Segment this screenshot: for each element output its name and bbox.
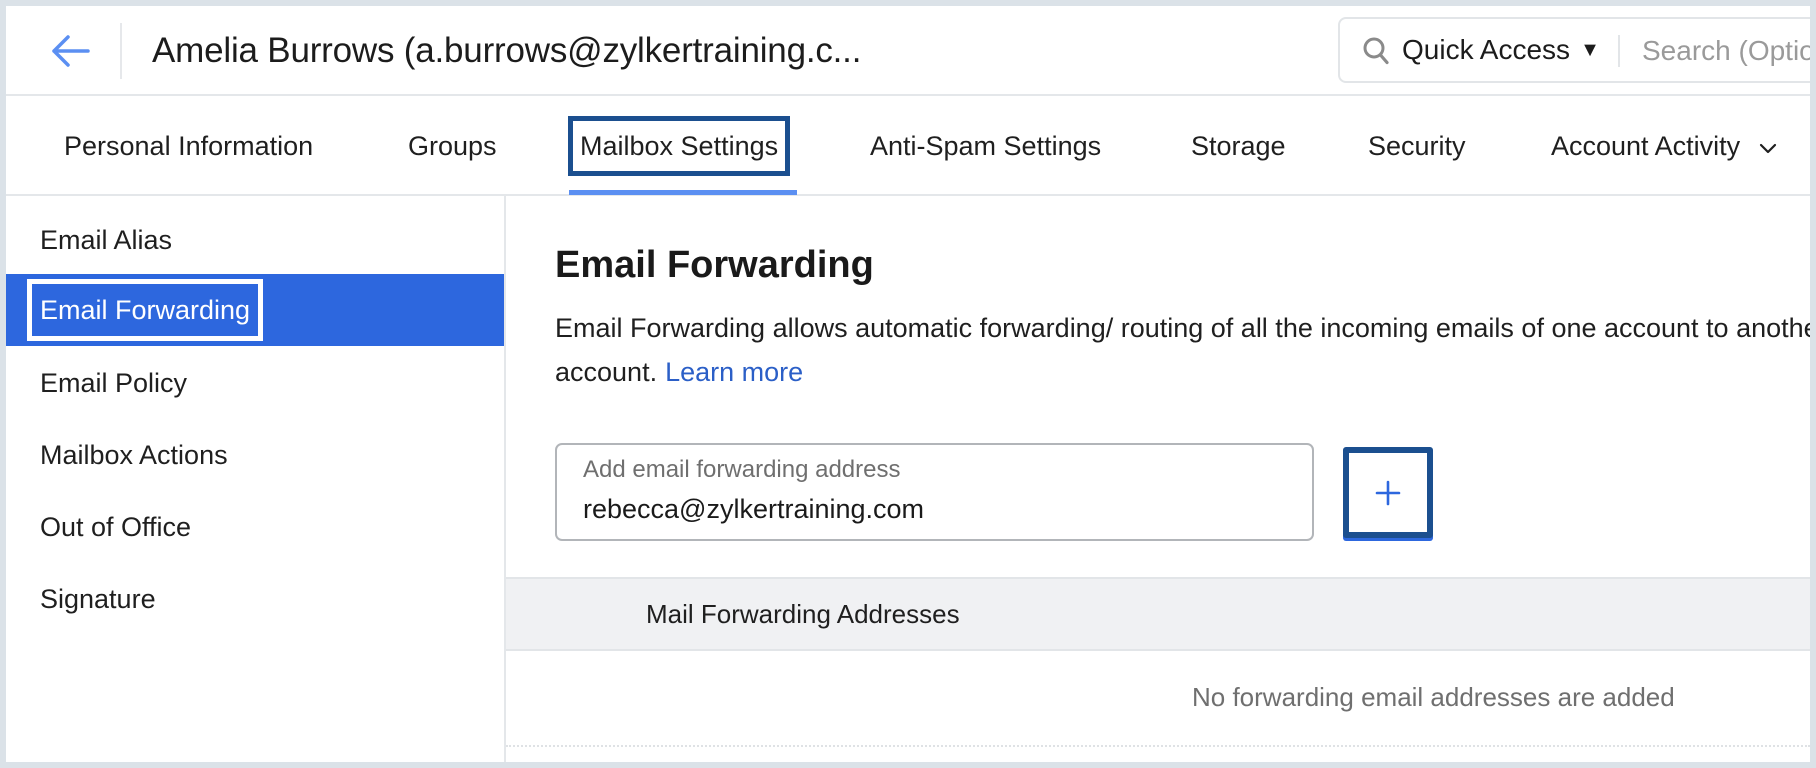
tab-security[interactable]: Security bbox=[1368, 128, 1466, 164]
quick-access-label: Quick Access bbox=[1402, 34, 1571, 65]
app-window: Amelia Burrows (a.burrows@zylkertraining… bbox=[6, 6, 1810, 762]
sidebar-item-label: Signature bbox=[40, 584, 156, 614]
empty-state-message: No forwarding email addresses are added bbox=[1192, 682, 1675, 712]
header-divider bbox=[120, 23, 122, 79]
tab-account-activity-label: Account Activity bbox=[1551, 131, 1741, 161]
caret-down-icon: ▼ bbox=[1580, 39, 1600, 61]
arrow-left-icon bbox=[52, 35, 90, 67]
forwarding-address-input[interactable] bbox=[583, 491, 1283, 527]
active-tab-indicator bbox=[569, 190, 797, 195]
main-content: Email Forwarding Email Forwarding allows… bbox=[506, 196, 1810, 762]
tab-personal-information[interactable]: Personal Information bbox=[64, 128, 313, 164]
search-input[interactable] bbox=[1640, 31, 1810, 71]
quick-access-dropdown[interactable]: Quick Access ▼ bbox=[1402, 32, 1600, 68]
sidebar-item-label: Email Forwarding bbox=[26, 279, 264, 341]
tab-bar: Personal Information Groups Mailbox Sett… bbox=[6, 96, 1810, 196]
table-header: Mail Forwarding Addresses bbox=[506, 577, 1810, 651]
table-divider bbox=[506, 745, 1810, 747]
tab-anti-spam-settings[interactable]: Anti-Spam Settings bbox=[870, 128, 1101, 164]
page-title: Amelia Burrows (a.burrows@zylkertraining… bbox=[152, 31, 862, 70]
sidebar-item-label: Email Alias bbox=[40, 225, 173, 255]
tab-storage[interactable]: Storage bbox=[1191, 128, 1286, 164]
section-description: Email Forwarding allows automatic forwar… bbox=[555, 306, 1810, 394]
search-bar: Quick Access ▼ bbox=[1338, 17, 1810, 83]
add-forwarding-address-button[interactable] bbox=[1343, 447, 1433, 538]
header: Amelia Burrows (a.burrows@zylkertraining… bbox=[6, 6, 1810, 96]
sidebar-item-out-of-office[interactable]: Out of Office bbox=[6, 491, 504, 563]
learn-more-link[interactable]: Learn more bbox=[665, 357, 803, 387]
sidebar-item-label: Email Policy bbox=[40, 368, 188, 398]
sidebar-item-label: Mailbox Actions bbox=[40, 440, 228, 470]
section-heading: Email Forwarding bbox=[555, 244, 874, 286]
search-divider bbox=[1618, 35, 1620, 67]
tab-mailbox-settings[interactable]: Mailbox Settings bbox=[567, 116, 791, 176]
sidebar: Email Alias Email Forwarding Email Polic… bbox=[6, 196, 506, 762]
sidebar-item-email-alias[interactable]: Email Alias bbox=[6, 204, 504, 276]
column-header-mail-forwarding-addresses: Mail Forwarding Addresses bbox=[646, 599, 960, 629]
tab-account-activity[interactable]: Account Activity bbox=[1551, 128, 1778, 164]
sidebar-item-mailbox-actions[interactable]: Mailbox Actions bbox=[6, 419, 504, 491]
sidebar-item-label: Out of Office bbox=[40, 512, 192, 542]
sidebar-item-email-policy[interactable]: Email Policy bbox=[6, 347, 504, 419]
forwarding-address-field: Add email forwarding address bbox=[555, 443, 1314, 541]
forwarding-address-label: Add email forwarding address bbox=[583, 456, 901, 483]
tab-groups[interactable]: Groups bbox=[408, 128, 497, 164]
sidebar-item-signature[interactable]: Signature bbox=[6, 563, 504, 635]
plus-icon bbox=[1375, 480, 1401, 505]
sidebar-item-email-forwarding[interactable]: Email Forwarding bbox=[6, 274, 504, 346]
search-icon bbox=[1363, 37, 1389, 65]
back-button[interactable] bbox=[42, 28, 98, 74]
chevron-down-icon bbox=[1759, 143, 1776, 153]
